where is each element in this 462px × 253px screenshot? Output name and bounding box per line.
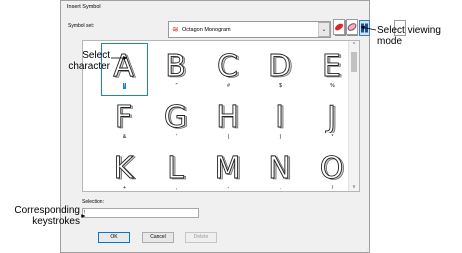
large-bars-icon: [361, 23, 368, 33]
glyph-face: K: [114, 151, 135, 184]
symbol-cell[interactable]: LL,: [153, 145, 200, 198]
solid-view-button[interactable]: [333, 19, 345, 35]
monogram-glyph-icon: EE: [322, 49, 344, 82]
glyph-face: A: [113, 49, 134, 82]
keystroke-label: .: [279, 185, 282, 191]
glyph-face: M: [216, 151, 240, 184]
monogram-font-icon: ≋: [172, 25, 179, 34]
symbol-cell[interactable]: D D $: [257, 43, 304, 96]
keystroke-label: ": [175, 83, 178, 89]
monogram-glyph-icon: NN: [268, 151, 292, 184]
keystroke-label: !: [122, 83, 127, 89]
resize-grip-icon[interactable]: ⋰: [366, 246, 371, 251]
keystroke-label: (: [227, 134, 230, 140]
symbol-cell[interactable]: NN.: [257, 145, 304, 198]
keystroke-label: ,: [175, 185, 178, 191]
glyph-face: D: [268, 49, 291, 82]
character-grid: A A! B B " C C # D D $ E E% F F & G G ' H H(I I) J J * K K + L L, M M - N…: [82, 40, 360, 192]
vertical-scrollbar[interactable]: ^ v: [348, 41, 359, 191]
glyph-face: I: [275, 100, 284, 133]
monogram-glyph-icon: HH: [216, 100, 240, 133]
outline-view-button[interactable]: [346, 19, 358, 35]
monogram-glyph-icon: FF: [114, 100, 134, 133]
selection-field[interactable]: !: [82, 208, 199, 218]
keystroke-label: &: [122, 134, 127, 140]
leaf-filled-icon: [335, 23, 343, 31]
monogram-glyph-icon: JJ: [325, 100, 339, 133]
monogram-glyph-icon: MM: [216, 151, 240, 184]
keystroke-label: $: [279, 83, 282, 89]
monogram-glyph-icon: KK: [113, 151, 136, 184]
symbol-cell[interactable]: C C #: [205, 43, 252, 96]
glyph-face: N: [268, 151, 290, 184]
monogram-glyph-icon: II: [275, 100, 287, 133]
monogram-glyph-icon: BB: [165, 49, 188, 82]
symbol-cell[interactable]: MM-: [205, 145, 252, 198]
glyph-face: G: [164, 100, 187, 133]
leaf-outline-icon: [347, 23, 357, 31]
symbol-set-dropdown[interactable]: ≋ Octagon Monogram ⌄: [168, 21, 331, 38]
monogram-glyph-icon: AA: [113, 49, 136, 82]
monogram-glyph-icon: LL: [167, 151, 187, 184]
glyph-face: F: [115, 100, 132, 133]
glyph-face: O: [320, 151, 343, 184]
symbol-cell[interactable]: G G ': [153, 94, 200, 147]
glyph-face: B: [165, 49, 186, 82]
ok-button[interactable]: OK: [98, 232, 130, 243]
keystroke-label: -: [227, 185, 230, 191]
annotation-corresponding-keystrokes: Corresponding keystrokes: [14, 205, 80, 227]
glyph-face: C: [217, 49, 238, 82]
symbol-cell[interactable]: I I): [257, 94, 304, 147]
keystroke-label: +: [123, 185, 126, 191]
monogram-glyph-icon: GG: [164, 100, 188, 133]
glyph-face: H: [216, 100, 239, 133]
scroll-down-icon[interactable]: v: [349, 184, 359, 190]
monogram-glyph-icon: DD: [268, 49, 292, 82]
scroll-thumb[interactable]: [351, 52, 357, 72]
scroll-up-icon[interactable]: ^: [349, 42, 359, 48]
cancel-button[interactable]: Cancel: [142, 232, 174, 243]
annotation-select-character: Select character: [68, 50, 110, 72]
monogram-glyph-icon: CC: [217, 49, 240, 82]
view-large-icons-button[interactable]: [359, 20, 370, 36]
symbol-set-label: Symbol set:: [68, 23, 95, 29]
symbol-set-value: Octagon Monogram: [182, 27, 231, 33]
glyph-face: L: [167, 151, 184, 184]
dialog-title: Insert Symbol: [67, 4, 101, 10]
symbol-cell[interactable]: H H(: [205, 94, 252, 147]
delete-button[interactable]: Delete: [185, 232, 217, 243]
annotation-select-viewing-mode: Select viewing mode: [377, 25, 441, 47]
symbol-cell[interactable]: F F &: [101, 94, 148, 147]
monogram-glyph-icon: OO: [320, 151, 344, 184]
keystroke-label: ': [176, 134, 177, 140]
keystroke-label: ): [279, 134, 282, 140]
chevron-down-icon[interactable]: ⌄: [318, 22, 330, 37]
keystroke-label: #: [227, 83, 230, 89]
symbol-cell[interactable]: B B ": [153, 43, 200, 96]
symbol-cell[interactable]: K K +: [101, 145, 148, 198]
selection-label: Selection:: [82, 199, 104, 205]
glyph-face: E: [322, 49, 341, 82]
glyph-face: J: [325, 100, 336, 133]
